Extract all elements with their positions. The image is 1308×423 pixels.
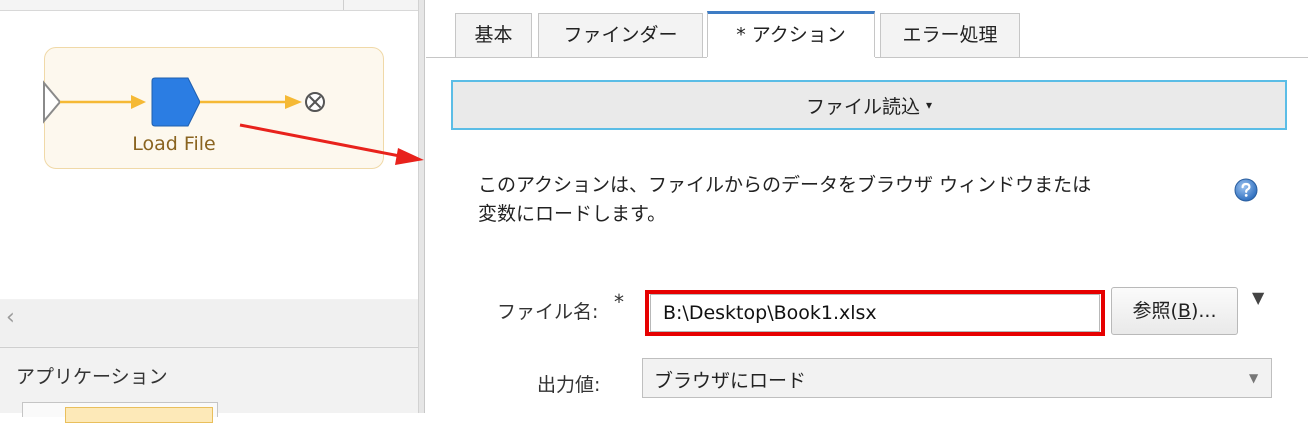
scroll-left-icon[interactable]: ‹ xyxy=(6,305,15,330)
tab-error-handling[interactable]: エラー処理 xyxy=(880,13,1020,57)
filename-input[interactable] xyxy=(650,294,1100,332)
action-type-dropdown[interactable]: ファイル読込 ▾ xyxy=(451,80,1287,130)
start-triangle-icon[interactable] xyxy=(43,80,62,124)
flow-arrowhead-in xyxy=(131,95,146,109)
load-file-node-icon[interactable] xyxy=(151,77,201,127)
output-label: 出力値: xyxy=(537,374,601,396)
tab-finder[interactable]: ファインダー xyxy=(538,13,703,57)
output-selected-value: ブラウザにロード xyxy=(654,370,807,392)
tab-basic[interactable]: 基本 xyxy=(455,13,532,57)
applications-header: アプリケーション xyxy=(16,366,168,388)
panel-divider xyxy=(0,347,424,348)
required-asterisk: * xyxy=(614,290,624,314)
question-circle-icon[interactable] xyxy=(1234,178,1258,202)
chevron-down-icon: ▾ xyxy=(925,98,933,112)
browse-label-key: B xyxy=(1177,300,1191,322)
workflow-panel: Load File ‹ アプリケーション xyxy=(0,0,424,423)
browse-label-prefix: 参照( xyxy=(1132,300,1178,322)
chevron-down-icon[interactable]: ▼ xyxy=(1249,371,1258,385)
tab-action[interactable]: * アクション xyxy=(707,11,875,58)
active-tab-gap xyxy=(707,57,875,58)
action-description: このアクションは、ファイルからのデータをブラウザ ウィンドウまたは 変数にロード… xyxy=(478,174,1092,225)
browse-button[interactable]: 参照(B)... xyxy=(1111,287,1238,335)
end-circle-x-icon[interactable] xyxy=(305,92,325,112)
filename-options-chevron-icon[interactable]: ▼ xyxy=(1252,288,1264,307)
filename-label: ファイル名: xyxy=(497,301,599,323)
action-type-label: ファイル読込 xyxy=(805,95,920,118)
application-item[interactable] xyxy=(22,402,218,423)
horizontal-scrollbar[interactable] xyxy=(0,300,418,346)
browse-label-suffix: )... xyxy=(1190,300,1217,322)
flow-arrowhead-out xyxy=(285,95,302,109)
step-label[interactable]: Load File xyxy=(116,133,232,155)
